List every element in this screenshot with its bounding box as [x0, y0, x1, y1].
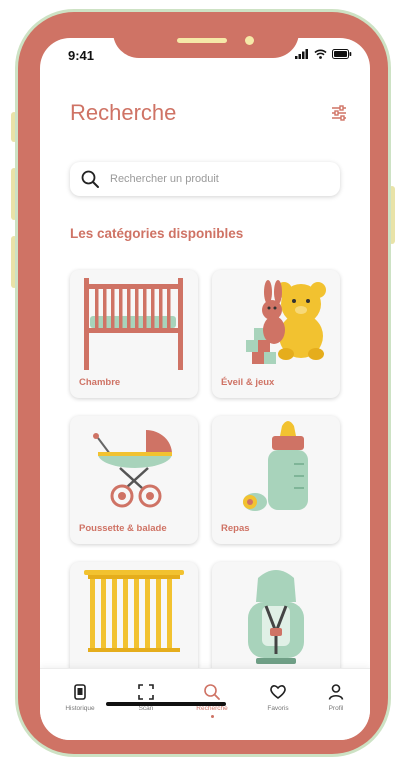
tab-label: Historique — [65, 705, 95, 712]
tab-label: Profil — [328, 705, 344, 712]
user-icon — [328, 684, 344, 700]
battery-icon — [332, 49, 352, 59]
category-card-eveil-jeux[interactable]: Éveil & jeux — [212, 270, 340, 398]
volume-down-button — [11, 236, 17, 288]
phone-notch — [113, 16, 299, 58]
power-button — [389, 186, 395, 244]
active-tab-indicator — [210, 715, 214, 718]
category-card-chambre[interactable]: Chambre — [70, 270, 198, 398]
tab-label: Recherche — [196, 705, 228, 712]
tab-recherche[interactable]: Recherche — [182, 683, 242, 718]
volume-mid-button — [11, 168, 17, 220]
category-label: Chambre — [79, 377, 121, 388]
tab-scan[interactable]: Scan — [116, 683, 176, 712]
category-label: Éveil & jeux — [221, 377, 275, 388]
speaker-grill — [177, 38, 227, 43]
volume-up-button — [11, 112, 17, 142]
page-title: Recherche — [70, 100, 177, 125]
tab-profil[interactable]: Profil — [306, 683, 366, 712]
search-input[interactable] — [108, 172, 332, 186]
app-screen: 9:41 Recherche Rechercher un produit Les… — [40, 38, 370, 740]
status-time: 9:41 — [68, 48, 95, 63]
filter-settings-icon[interactable] — [330, 104, 348, 122]
tab-historique[interactable]: Historique — [50, 683, 110, 712]
camera-dot — [245, 36, 254, 45]
tab-label: Favoris — [267, 705, 289, 712]
tab-label: Scan — [138, 705, 154, 712]
category-card-poussette[interactable]: Poussette & balade — [70, 416, 198, 544]
scan-icon — [138, 684, 154, 700]
history-icon — [74, 684, 86, 700]
search-bar[interactable] — [70, 162, 340, 196]
signal-icon — [295, 49, 308, 59]
category-label: Poussette & balade — [79, 523, 167, 534]
category-label: Repas — [221, 523, 250, 534]
search-icon — [204, 684, 220, 700]
tab-favoris[interactable]: Favoris — [248, 683, 308, 712]
search-icon — [81, 170, 99, 188]
category-card-repas[interactable]: Repas — [212, 416, 340, 544]
home-indicator — [106, 702, 226, 706]
status-icons — [295, 49, 352, 59]
heart-icon — [270, 685, 286, 699]
wifi-icon — [314, 49, 327, 59]
section-title: Les catégories disponibles — [70, 226, 244, 241]
